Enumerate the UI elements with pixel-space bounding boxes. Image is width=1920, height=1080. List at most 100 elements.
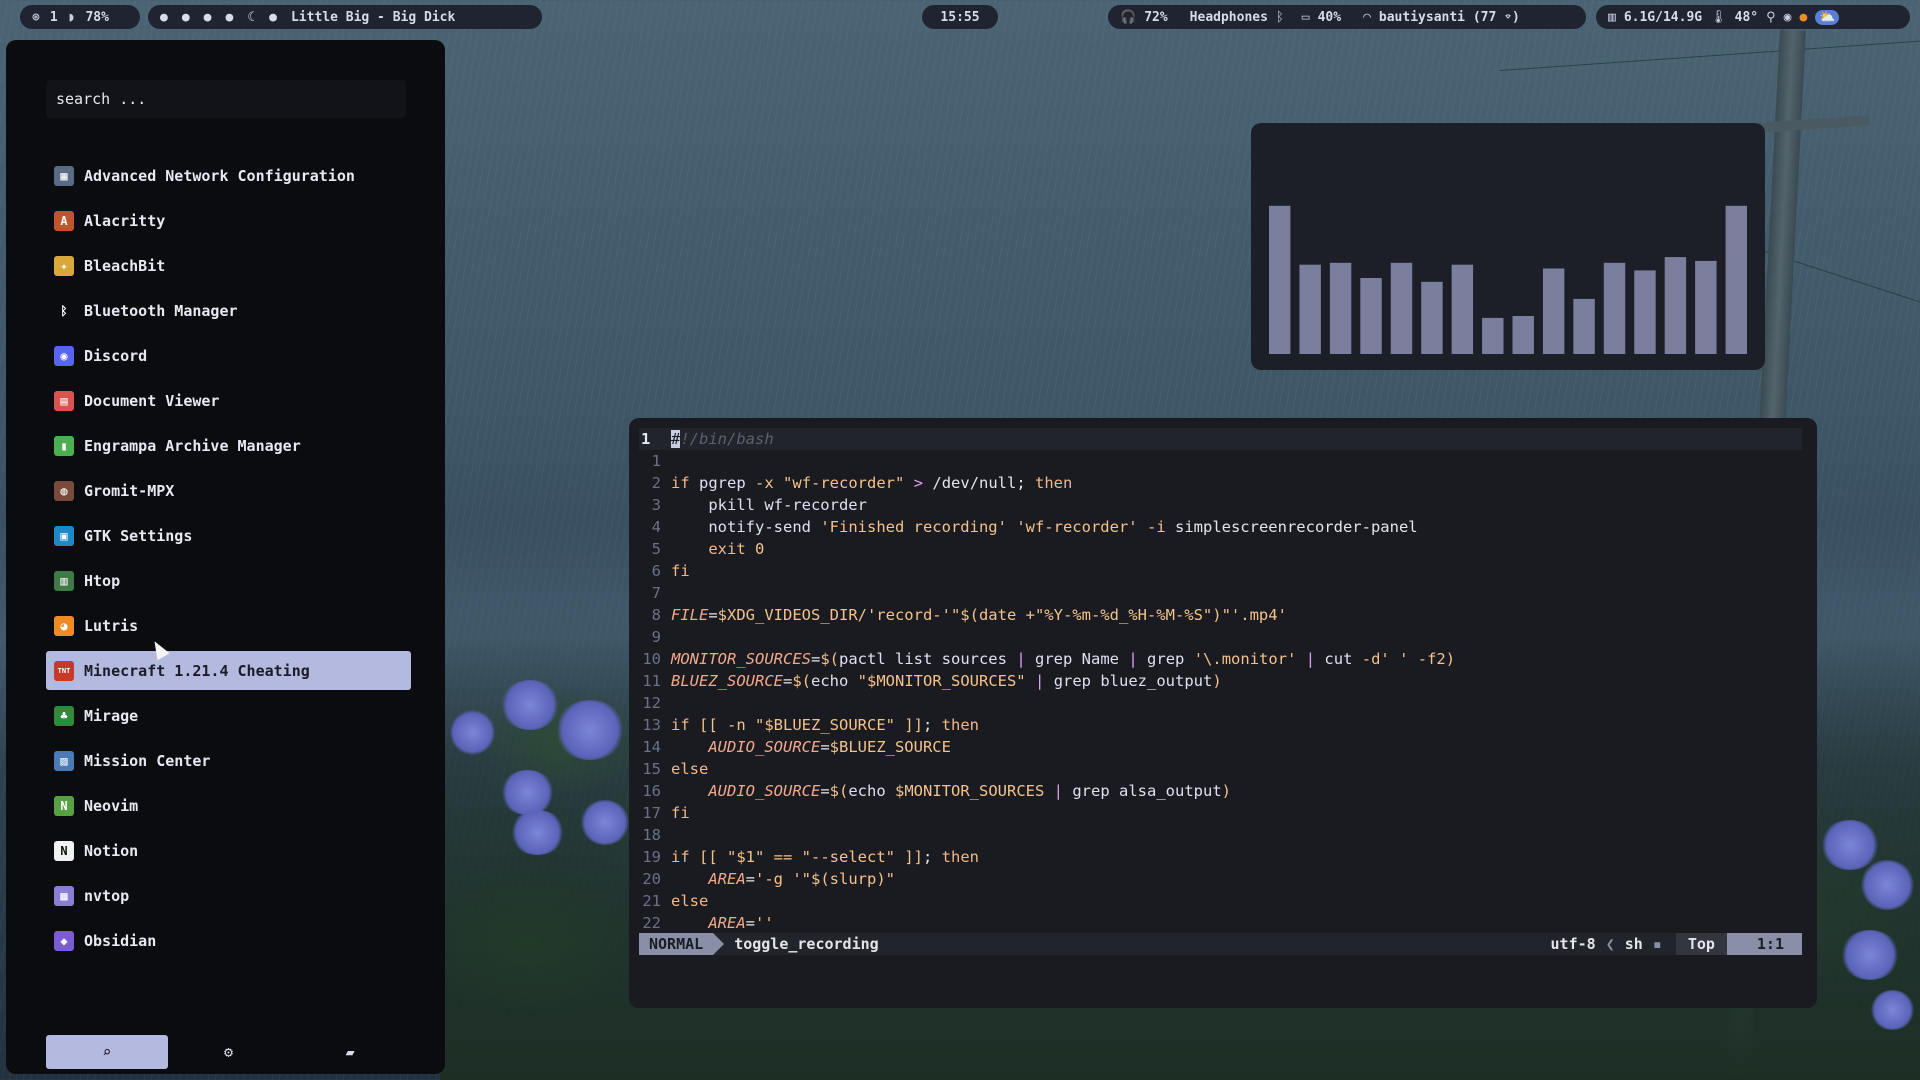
discord-icon: ◉	[54, 345, 74, 366]
code-line[interactable]: 3 pkill wf-recorder	[639, 494, 1802, 516]
code-line[interactable]: 10 MONITOR_SOURCES=$(pactl list sources |…	[639, 648, 1802, 670]
settings-mode-button[interactable]: ⚙	[168, 1035, 290, 1069]
workspace-dot[interactable]: ●	[204, 10, 212, 25]
app-item[interactable]: ▦ Advanced Network Configuration	[46, 156, 411, 195]
headphones-icon: 🎧	[1120, 9, 1137, 25]
alacritty-icon: A	[54, 210, 74, 231]
workspaces-media-pill[interactable]: ● ● ● ● ☾ ● Little Big - Big Dick	[148, 5, 542, 29]
code-line[interactable]: 21 else	[639, 890, 1802, 912]
app-item[interactable]: A Alacritty	[46, 201, 411, 240]
code-line[interactable]: 2 if pgrep -x "wf-recorder" > /dev/null; …	[639, 472, 1802, 494]
gromit-icon: ◍	[54, 480, 74, 501]
code-line[interactable]: 6 fi	[639, 560, 1802, 582]
app-label: GTK Settings	[84, 526, 193, 545]
line-text: if [[ -n "$BLUEZ_SOURCE" ]]; then	[671, 716, 979, 734]
now-playing[interactable]: Little Big - Big Dick	[291, 10, 455, 25]
htop-icon: ▥	[54, 570, 74, 591]
memory-icon: ▥	[1608, 9, 1616, 25]
notification-icon[interactable]: ⛅	[1815, 9, 1840, 25]
app-item[interactable]: ▨ Mission Center	[46, 741, 411, 780]
app-item[interactable]: ᛒ Bluetooth Manager	[46, 291, 411, 330]
files-mode-button[interactable]: ▰	[289, 1035, 411, 1069]
code-line[interactable]: 8 FILE=$XDG_VIDEOS_DIR/'record-'"$(date +…	[639, 604, 1802, 626]
code-line[interactable]: 16 AUDIO_SOURCE=$(echo $MONITOR_SOURCES …	[639, 780, 1802, 802]
code-line[interactable]: 17 fi	[639, 802, 1802, 824]
workspace-dot[interactable]: ●	[269, 10, 277, 25]
code-line[interactable]: 12	[639, 692, 1802, 714]
code-line[interactable]: 1 #!/bin/bash	[639, 428, 1802, 450]
app-item[interactable]: ▩ nvtop	[46, 876, 411, 915]
volume-level[interactable]: 72%	[1144, 10, 1167, 25]
app-item[interactable]: ▮ Engrampa Archive Manager	[46, 426, 411, 465]
app-label: Minecraft 1.21.4 Cheating	[84, 661, 310, 680]
app-item[interactable]: ◆ Obsidian	[46, 921, 411, 960]
mission-center-icon: ▨	[54, 750, 74, 771]
workspace-dot[interactable]: ●	[160, 10, 168, 25]
line-number: 8	[651, 606, 661, 624]
discord-tray-icon[interactable]: ◉	[1784, 10, 1792, 25]
search-mode-button[interactable]: ⌕	[46, 1035, 168, 1069]
line-number: 13	[642, 716, 661, 734]
statusline: NORMAL toggle_recording utf-8 ❮ sh ▪ Top…	[639, 933, 1802, 955]
app-item[interactable]: N Notion	[46, 831, 411, 870]
location-icon[interactable]: ⚲	[1766, 10, 1776, 25]
code-buffer[interactable]: 1 #!/bin/bash 1 2 if pgrep -x "wf-recorder" …	[639, 428, 1802, 934]
wifi-network[interactable]: bautiysanti (77 ⌔)	[1379, 10, 1520, 25]
code-line[interactable]: 1	[639, 450, 1802, 472]
battery-icon: ◗	[67, 9, 76, 25]
app-label: Discord	[84, 346, 148, 365]
neovim-window[interactable]: 1 #!/bin/bash 1 2 if pgrep -x "wf-recorder" …	[629, 418, 1817, 1008]
code-line[interactable]: 19 if [[ "$1" == "--select" ]]; then	[639, 846, 1802, 868]
app-item[interactable]: ◉ Discord	[46, 336, 411, 375]
lutris-tray-icon[interactable]: ●	[1799, 10, 1807, 25]
app-item[interactable]: ♣ Mirage	[46, 696, 411, 735]
visualizer-bars	[1269, 205, 1747, 354]
line-number: 20	[642, 870, 661, 888]
workspace-dot[interactable]: ●	[182, 10, 190, 25]
line-number: 2	[651, 474, 661, 492]
line-number: 6	[651, 562, 661, 580]
line-text: else	[671, 892, 709, 910]
workspace-moon-icon[interactable]: ☾	[247, 10, 255, 25]
code-line[interactable]: 15 else	[639, 758, 1802, 780]
app-item[interactable]: N Neovim	[46, 786, 411, 825]
code-line[interactable]: 20 AREA='-g '"$(slurp)"	[639, 868, 1802, 890]
line-text: pkill wf-recorder	[708, 496, 867, 514]
app-item[interactable]: ◕ Lutris	[46, 606, 411, 645]
search-input[interactable]	[46, 80, 406, 118]
app-item[interactable]: ◍ Gromit-MPX	[46, 471, 411, 510]
code-line[interactable]: 5 exit 0	[639, 538, 1802, 560]
system-pill-left[interactable]: ⊛ 1 ◗ 78%	[20, 5, 140, 29]
line-number: 9	[651, 628, 661, 646]
status-pill[interactable]: 🎧 72% Headphones ᛒ ▭ 40% ◠ bautiysanti (…	[1108, 5, 1586, 29]
bluetooth-icon: ᛒ	[1275, 9, 1284, 25]
line-number: 12	[642, 694, 661, 712]
code-line[interactable]: 22 AREA=''	[639, 912, 1802, 934]
app-label: Mission Center	[84, 751, 211, 770]
app-item[interactable]: ▤ Document Viewer	[46, 381, 411, 420]
code-line[interactable]: 9	[639, 626, 1802, 648]
code-line[interactable]: 4 notify-send 'Finished recording' 'wf-r…	[639, 516, 1802, 538]
flower-cluster	[580, 800, 630, 845]
app-item[interactable]: ✦ BleachBit	[46, 246, 411, 285]
code-line[interactable]: 13 if [[ -n "$BLUEZ_SOURCE" ]]; then	[639, 714, 1802, 736]
app-label: Notion	[84, 841, 139, 860]
clock-pill[interactable]: 15:55	[922, 5, 998, 29]
code-line[interactable]: 7	[639, 582, 1802, 604]
app-item[interactable]: ▥ Htop	[46, 561, 411, 600]
line-text: BLUEZ_SOURCE=$(echo "$MONITOR_SOURCES" |…	[671, 672, 1222, 690]
line-number: 18	[642, 826, 661, 844]
gtk-settings-icon: ▣	[54, 525, 74, 546]
system-stats-pill[interactable]: ▥ 6.1G/14.9G 🌡 48° ⚲ ◉ ● ⛅	[1596, 5, 1910, 29]
app-label: Document Viewer	[84, 391, 220, 410]
line-text: if [[ "$1" == "--select" ]]; then	[671, 848, 979, 866]
code-line[interactable]: 11 BLUEZ_SOURCE=$(echo "$MONITOR_SOURCES"…	[639, 670, 1802, 692]
app-item[interactable]: ▣ GTK Settings	[46, 516, 411, 555]
battery-icon: ▭	[1301, 9, 1310, 25]
code-line[interactable]: 14 AUDIO_SOURCE=$BLUEZ_SOURCE	[639, 736, 1802, 758]
app-item[interactable]: TNT Minecraft 1.21.4 Cheating	[46, 651, 411, 690]
code-line[interactable]: 18	[639, 824, 1802, 846]
workspace-dot[interactable]: ●	[225, 10, 233, 25]
audio-device[interactable]: Headphones	[1190, 10, 1268, 25]
line-text: AUDIO_SOURCE=$(echo $MONITOR_SOURCES | g…	[708, 782, 1231, 800]
